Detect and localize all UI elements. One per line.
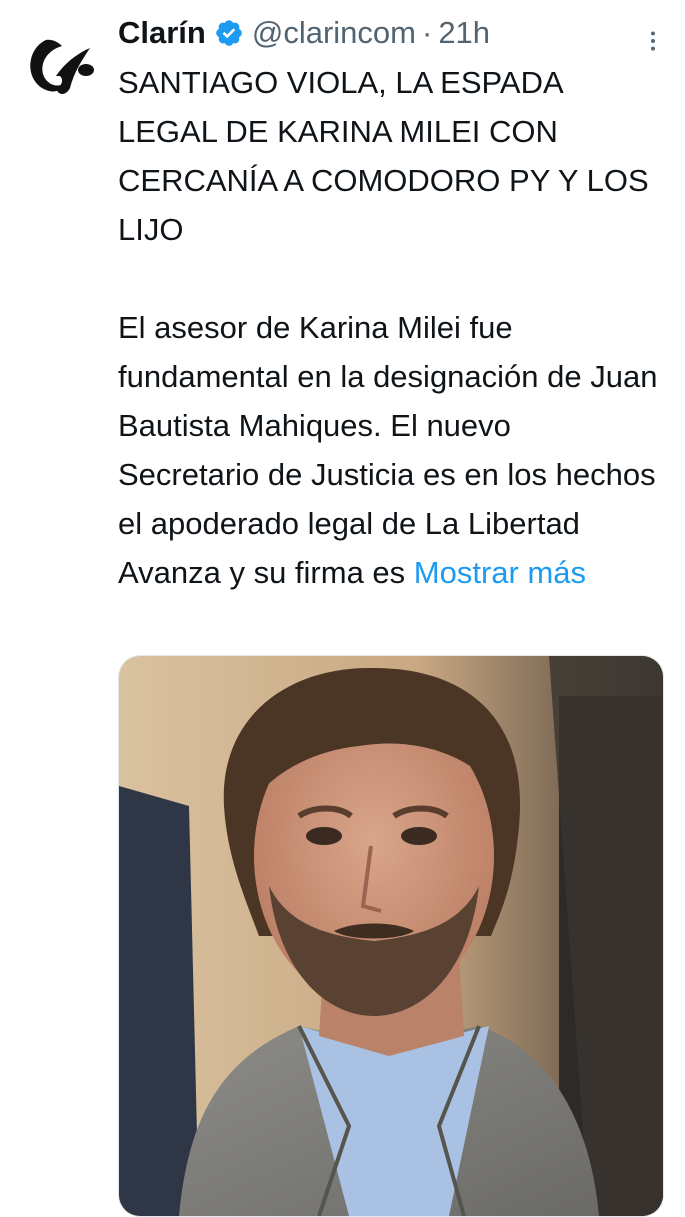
tweet-header: Clarín @clarincom · 21h — [118, 8, 670, 58]
tweet-body-text: El asesor de Karina Milei fue fundamenta… — [118, 310, 658, 590]
verified-badge-icon — [214, 18, 244, 48]
clarin-logo-icon — [16, 18, 108, 110]
more-options-icon[interactable] — [636, 24, 670, 58]
portrait-photo — [119, 656, 663, 1216]
tweet-headline: SANTIAGO VIOLA, LA ESPADA LEGAL DE KARIN… — [118, 65, 649, 247]
tweet-content: Clarín @clarincom · 21h SANTIAGO VIOLA, … — [118, 8, 670, 597]
tweet-photo[interactable] — [118, 655, 664, 1217]
show-more-link[interactable]: Mostrar más — [414, 555, 586, 590]
tweet-body: El asesor de Karina Milei fue fundamenta… — [118, 303, 658, 597]
timestamp[interactable]: 21h — [438, 8, 490, 58]
display-name[interactable]: Clarín — [118, 8, 206, 58]
separator-dot: · — [421, 15, 433, 50]
handle[interactable]: @clarincom — [252, 8, 416, 58]
tweet-text: SANTIAGO VIOLA, LA ESPADA LEGAL DE KARIN… — [118, 58, 658, 597]
avatar[interactable] — [16, 18, 108, 110]
